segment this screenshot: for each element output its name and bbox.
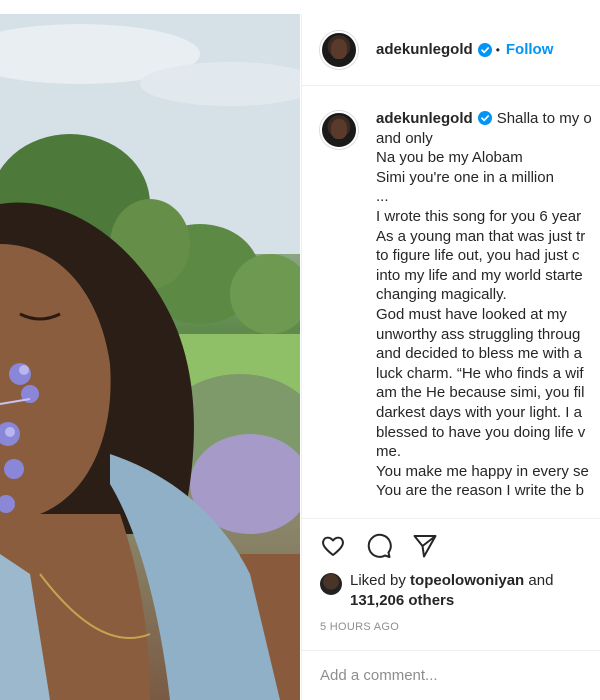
post-timestamp[interactable]: 5 HOURS AGO [320,621,399,633]
caption-line: changing magically. [376,286,507,304]
comment-box [302,650,600,700]
follow-button[interactable]: Follow [506,41,554,58]
caption-username[interactable]: adekunlegold [376,110,473,127]
caption-line: Shalla to my o [496,110,592,127]
paper-plane-icon[interactable] [412,533,438,559]
caption-line: am the He because simi, you fil [376,384,585,402]
caption-line: and only [376,129,433,147]
caption-row: adekunlegold Shalla to my o and only Na … [320,109,600,501]
liked-by: Liked by topeolowoniyan and 131,206 othe… [320,571,553,611]
verified-badge-icon [477,111,492,125]
caption-author-avatar[interactable] [320,111,358,149]
post-details-panel: adekunlegold • Follow adekunlegold Shall… [301,14,600,700]
caption-line: luck charm. “He who finds a wif [376,364,584,382]
verified-badge-icon [477,42,492,57]
caption-line: blessed to have you doing life v [376,423,586,441]
caption-line: As a young man that was just tr [376,227,586,245]
author-avatar[interactable] [320,30,358,69]
caption-line: and decided to bless me with a [376,345,582,363]
caption-line: me. [376,443,402,461]
heart-icon[interactable] [320,533,346,559]
liked-prefix: Liked by [350,572,406,589]
liked-others-link[interactable]: 131,206 others [350,592,454,609]
caption-line: You make me happy in every se [376,462,589,480]
post-header: adekunlegold • Follow [302,14,600,86]
caption-line-0: adekunlegold Shalla to my o [376,109,600,129]
post-photo[interactable] [0,14,300,700]
caption-line: You are the reason I write the b [376,482,584,500]
caption-line: Simi you're one in a million [376,168,554,186]
caption-line: ... [376,188,389,206]
caption-section[interactable]: adekunlegold Shalla to my o and only Na … [302,87,600,518]
author-username[interactable]: adekunlegold [376,41,473,58]
caption-text: adekunlegold Shalla to my o and only Na … [376,109,600,501]
comment-bubble-icon[interactable] [366,533,392,559]
action-icons [320,533,438,559]
caption-line: God must have looked at my [376,305,567,323]
liked-by-text: Liked by topeolowoniyan and 131,206 othe… [350,571,553,611]
photo-illustration [0,14,300,700]
caption-line: to figure life out, you had just c [376,247,580,265]
separator-dot: • [495,42,500,57]
liker-avatar[interactable] [320,573,342,595]
caption-line: Na you be my Alobam [376,149,523,167]
liked-user-link[interactable]: topeolowoniyan [410,572,524,589]
caption-line: unworthy ass struggling throug [376,325,581,343]
post-actions: Liked by topeolowoniyan and 131,206 othe… [302,518,600,650]
caption-line: into my life and my world starte [376,266,583,284]
liked-and: and [528,572,554,589]
caption-line: darkest days with your light. I a [376,403,582,421]
comment-input[interactable] [320,667,580,684]
caption-line: I wrote this song for you 6 year [376,207,582,225]
